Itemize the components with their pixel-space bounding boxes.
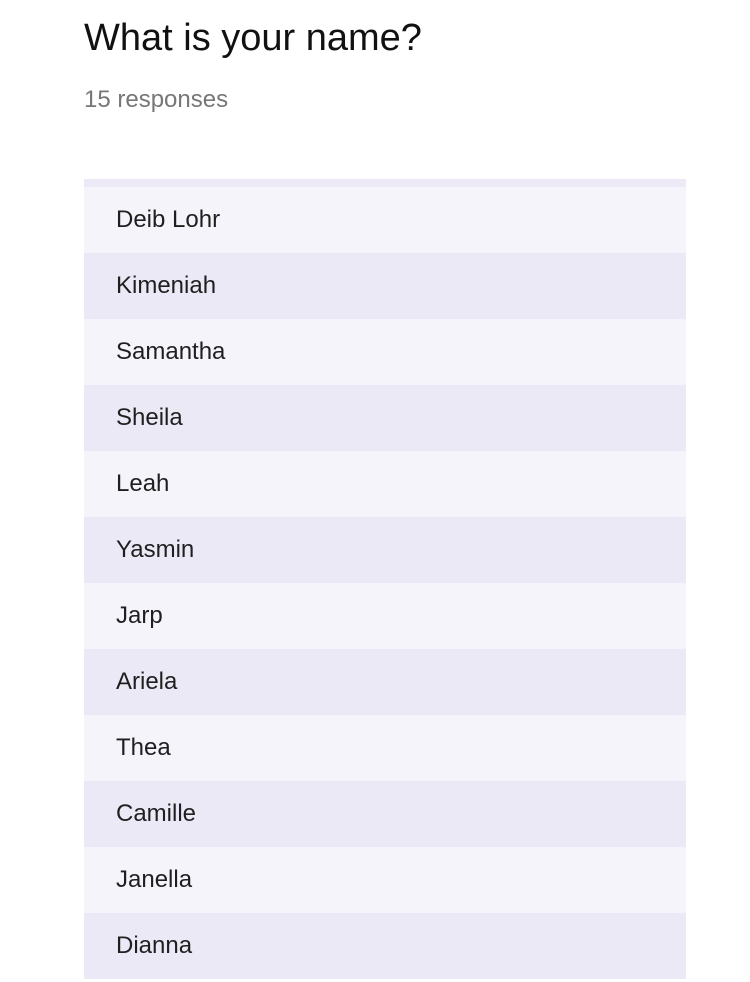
- response-list[interactable]: Deib Lohr Kimeniah Samantha Sheila Leah …: [84, 179, 686, 979]
- response-count: 15 responses: [84, 86, 229, 113]
- response-item: Kimeniah: [84, 253, 686, 319]
- response-item: Camille: [84, 781, 686, 847]
- response-item: Deib Lohr: [84, 187, 686, 253]
- response-item: Dianna: [84, 913, 686, 979]
- response-item: Thea: [84, 715, 686, 781]
- response-item: Ariela: [84, 649, 686, 715]
- response-item: Yasmin: [84, 517, 686, 583]
- response-item: Sheila: [84, 385, 686, 451]
- response-item: Jarp: [84, 583, 686, 649]
- response-item: Janella: [84, 847, 686, 913]
- response-item: Leah: [84, 451, 686, 517]
- question-title: What is your name?: [84, 17, 422, 59]
- response-item: Samantha: [84, 319, 686, 385]
